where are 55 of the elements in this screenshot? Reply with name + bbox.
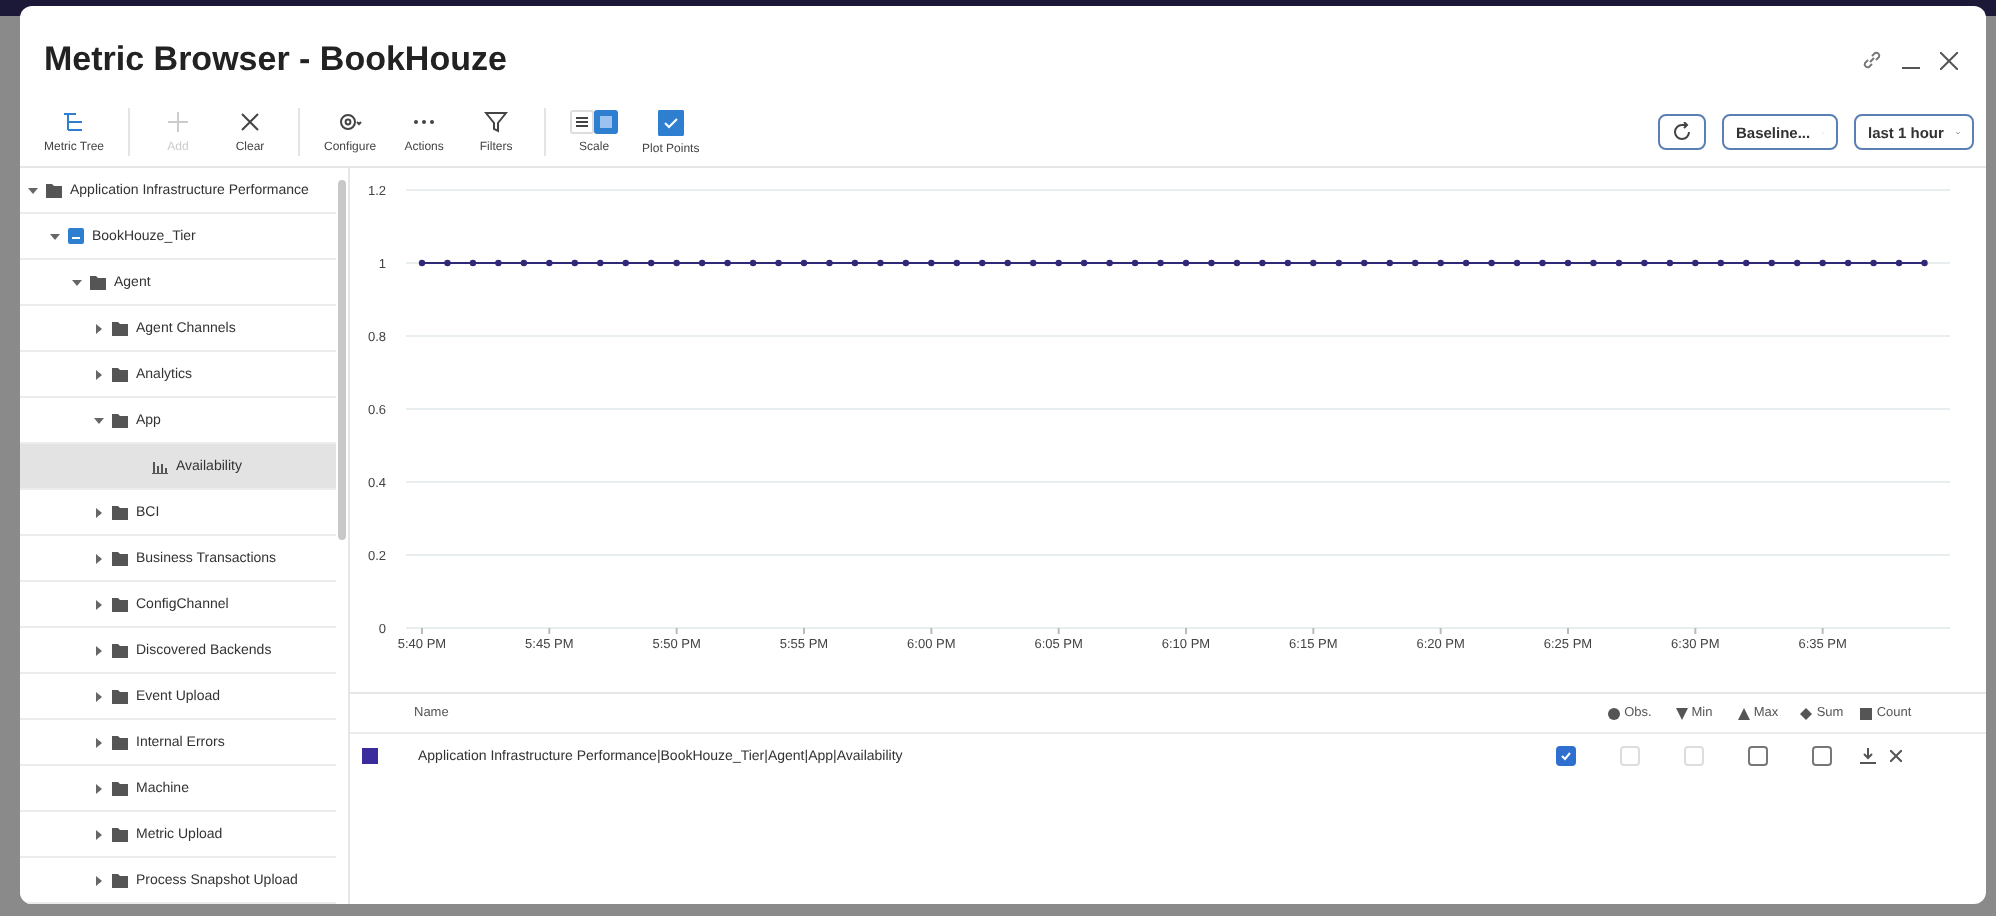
folder-icon (112, 643, 128, 657)
checkbox[interactable] (1812, 746, 1832, 766)
checkbox[interactable] (1556, 746, 1576, 766)
check-icon (1560, 750, 1572, 762)
caret-icon[interactable] (94, 783, 104, 793)
caret-icon[interactable] (94, 553, 104, 563)
caret-icon[interactable] (28, 185, 38, 195)
folder-icon (112, 367, 128, 381)
folder-icon (112, 735, 128, 749)
close-icon (238, 110, 263, 134)
folder-icon (112, 689, 128, 703)
folder-icon (90, 275, 106, 289)
caret-icon[interactable] (94, 507, 104, 517)
folder-icon (112, 597, 128, 611)
caret-icon[interactable] (94, 645, 104, 655)
window-title: Metric Browser - BookHouze (44, 40, 507, 80)
filter-icon (484, 110, 509, 134)
caret-icon[interactable] (94, 415, 104, 425)
circle-icon (1608, 707, 1621, 719)
up-triangle-icon (1737, 707, 1750, 719)
folder-icon (112, 321, 128, 335)
caret-icon[interactable] (94, 737, 104, 747)
folder-icon (112, 827, 128, 841)
download-icon[interactable] (1860, 748, 1876, 764)
folder-icon (46, 183, 62, 197)
tier-icon (68, 228, 84, 244)
close-icon[interactable] (1940, 51, 1958, 69)
square-icon[interactable] (594, 110, 619, 134)
folder-icon (112, 413, 128, 427)
tree-icon (62, 110, 86, 134)
caret-icon[interactable] (72, 277, 82, 287)
checkbox[interactable] (1748, 746, 1768, 766)
close-icon[interactable] (1890, 750, 1902, 762)
diamond-icon (1800, 707, 1813, 719)
folder-icon (112, 551, 128, 565)
link-icon[interactable] (1862, 50, 1882, 70)
caret-icon[interactable] (94, 323, 104, 333)
list-icon[interactable] (570, 110, 595, 134)
down-triangle-icon (1675, 707, 1688, 719)
caret-icon[interactable] (94, 829, 104, 839)
caret-icon[interactable] (94, 599, 104, 609)
folder-icon (112, 873, 128, 887)
folder-icon (112, 781, 128, 795)
caret-icon[interactable] (94, 875, 104, 885)
caret-icon[interactable] (94, 369, 104, 379)
caret-icon[interactable] (94, 691, 104, 701)
refresh-icon (1672, 122, 1692, 142)
refresh-button[interactable] (1658, 114, 1706, 150)
folder-icon (112, 505, 128, 519)
plus-icon (166, 110, 191, 134)
checkbox[interactable] (657, 109, 684, 135)
square-icon (1860, 707, 1873, 719)
bar-chart-icon (152, 459, 168, 473)
gear-icon (338, 110, 363, 134)
caret-icon[interactable] (50, 231, 60, 241)
